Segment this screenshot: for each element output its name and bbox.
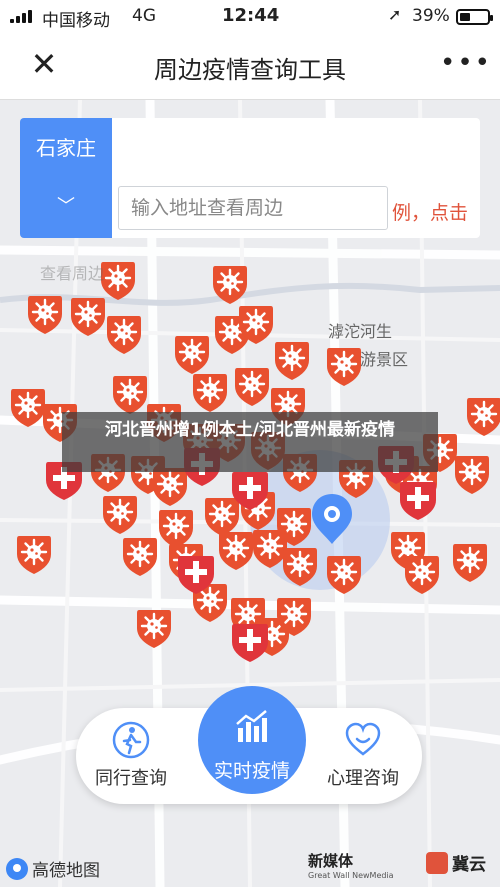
tab-realtime-epidemic[interactable]: 实时疫情 — [198, 686, 306, 794]
poi-label: 滹沱河生 — [328, 322, 393, 341]
virus-marker-icon[interactable] — [203, 496, 241, 538]
virus-marker-icon[interactable] — [191, 372, 229, 414]
poi-label: 游景区 — [360, 350, 409, 369]
page-title: 周边疫情查询工具 — [154, 56, 346, 84]
jiyun-logo: 冀云 — [426, 850, 486, 875]
virus-marker-icon[interactable] — [451, 542, 489, 584]
virus-marker-icon[interactable] — [157, 508, 195, 550]
virus-marker-icon[interactable] — [15, 534, 53, 576]
virus-marker-icon[interactable] — [453, 454, 491, 496]
hospital-marker-icon[interactable] — [400, 482, 436, 520]
virus-marker-icon[interactable] — [233, 366, 271, 408]
bar-chart-icon — [236, 710, 267, 742]
search-hint: 例，点击 — [392, 202, 469, 224]
carrier-label: 中国移动 — [42, 11, 110, 31]
virus-marker-icon[interactable] — [111, 374, 149, 416]
city-selector[interactable]: 石家庄 ﹀ — [20, 118, 112, 238]
tab-psych-consult[interactable]: 心理咨询 — [308, 708, 418, 804]
faded-map-label: 查看周边 — [40, 264, 105, 283]
walking-person-icon — [112, 721, 150, 759]
news-caption: 河北晋州增1例本土/河北晋州最新疫情 — [62, 412, 438, 472]
tab-label: 心理咨询 — [327, 768, 399, 789]
jiyun-icon — [426, 851, 448, 874]
virus-marker-icon[interactable] — [403, 554, 441, 596]
location-arrow-icon: ➚ — [388, 5, 402, 24]
hospital-marker-icon[interactable] — [232, 624, 268, 662]
virus-marker-icon[interactable] — [105, 314, 143, 356]
jiyun-logo-text: 冀云 — [452, 855, 486, 875]
greatwall-logo: 新媒体 Great Wall NewMedia — [308, 850, 394, 880]
virus-marker-icon[interactable] — [135, 608, 173, 650]
signal-icon — [10, 9, 32, 23]
chevron-down-icon: ﹀ — [57, 196, 75, 217]
virus-marker-icon[interactable] — [217, 530, 255, 572]
amap-logo-text: 高德地图 — [32, 861, 100, 881]
status-bar: 中国移动 4G 12:44 ➚ 39% — [0, 0, 500, 34]
city-name: 石家庄 — [36, 136, 96, 160]
address-search-input[interactable]: 输入地址查看周边 — [118, 186, 388, 230]
greatwall-logo-sub: Great Wall NewMedia — [308, 871, 394, 880]
virus-marker-icon[interactable] — [273, 340, 311, 382]
amap-icon — [6, 857, 28, 880]
clock: 12:44 — [222, 5, 280, 26]
virus-marker-icon[interactable] — [99, 260, 137, 302]
tab-label: 实时疫情 — [213, 760, 290, 782]
network-label: 4G — [132, 6, 156, 26]
greatwall-logo-text: 新媒体 — [308, 852, 354, 870]
battery-percent: 39% — [412, 6, 450, 26]
amap-logo: 高德地图 — [6, 856, 100, 881]
title-bar: ✕ 周边疫情查询工具 ••• — [0, 34, 500, 100]
virus-marker-icon[interactable] — [173, 334, 211, 376]
battery-icon — [456, 9, 493, 25]
heart-icon — [345, 722, 381, 756]
tab-companion-query[interactable]: 同行查询 — [76, 708, 186, 804]
more-menu-icon[interactable]: ••• — [440, 48, 492, 78]
virus-marker-icon[interactable] — [465, 396, 500, 438]
tab-label: 同行查询 — [95, 768, 167, 789]
virus-marker-icon[interactable] — [101, 494, 139, 536]
virus-marker-icon[interactable] — [26, 294, 64, 336]
